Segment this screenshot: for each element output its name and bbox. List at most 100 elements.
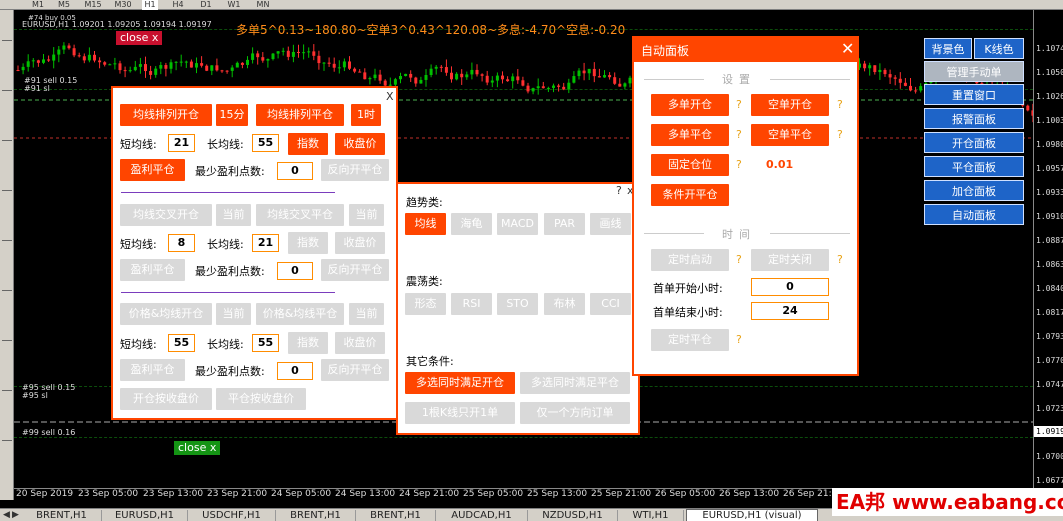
tab-eurusd-h1[interactable]: EURUSD,H1 — [102, 510, 188, 521]
help-icon[interactable]: ? — [736, 128, 742, 141]
tab-wti-h1[interactable]: WTI,H1 — [618, 510, 684, 521]
price-type-button[interactable]: 收盘价 — [335, 332, 385, 354]
current-button[interactable]: 当前 — [216, 303, 251, 325]
one-direction-button[interactable]: 仅一个方向订单 — [520, 402, 630, 424]
help-icon[interactable]: ? — [837, 98, 843, 111]
manage-manual-orders-button[interactable]: 管理手动单 — [924, 61, 1024, 82]
trend-macd-button[interactable]: MACD — [497, 213, 538, 235]
ma-arrange-open-button[interactable]: 均线排列开仓 — [120, 104, 212, 126]
short-ma-input[interactable]: 55 — [168, 334, 195, 352]
current-button[interactable]: 当前 — [349, 303, 384, 325]
first-end-hour-input[interactable]: 24 — [751, 302, 829, 320]
price-type-button[interactable]: 收盘价 — [335, 232, 385, 254]
price-ma-open-button[interactable]: 价格&均线开仓 — [120, 303, 212, 325]
period-1h-button[interactable]: 1时 — [351, 104, 381, 126]
osc-bollinger-button[interactable]: 布林 — [544, 293, 585, 315]
short-close-button[interactable]: 空单平仓 — [751, 124, 829, 146]
timed-start-button[interactable]: 定时启动 — [651, 249, 729, 271]
min-profit-input[interactable]: 0 — [277, 362, 313, 380]
tf-m15[interactable]: M15 — [82, 0, 104, 10]
tab-brent-h1[interactable]: BRENT,H1 — [276, 510, 356, 521]
trend-ma-button[interactable]: 均线 — [405, 213, 446, 235]
long-ma-input[interactable]: 55 — [252, 334, 279, 352]
trend-par-button[interactable]: PAR — [544, 213, 585, 235]
help-icon[interactable]: ? — [837, 253, 843, 266]
long-close-button[interactable]: 多单平仓 — [651, 124, 729, 146]
multi-close-button[interactable]: 多选同时满足平仓 — [520, 372, 630, 394]
reverse-button[interactable]: 反向开平仓 — [321, 259, 389, 281]
add-panel-button[interactable]: 加仓面板 — [924, 180, 1024, 201]
trend-line-button[interactable]: 画线 — [590, 213, 631, 235]
tf-w1[interactable]: W1 — [226, 0, 242, 10]
osc-cci-button[interactable]: CCI — [590, 293, 631, 315]
ma-arrange-close-button[interactable]: 均线排列平仓 — [256, 104, 344, 126]
current-button[interactable]: 当前 — [216, 204, 251, 226]
auto-panel-button[interactable]: 自动面板 — [924, 204, 1024, 225]
timed-stop-button[interactable]: 定时关闭 — [751, 249, 829, 271]
ma-type-button[interactable]: 指数 — [288, 332, 328, 354]
panel-close-icon[interactable]: X — [386, 90, 394, 103]
long-ma-input[interactable]: 21 — [252, 234, 279, 252]
fixed-lot-button[interactable]: 固定仓位 — [651, 154, 729, 176]
ma-cross-close-button[interactable]: 均线交叉平仓 — [256, 204, 344, 226]
tf-h4[interactable]: H4 — [170, 0, 186, 10]
short-open-button[interactable]: 空单开仓 — [751, 94, 829, 116]
tf-m1[interactable]: M1 — [30, 0, 46, 10]
close-tag-red[interactable]: close x — [116, 31, 163, 45]
close-panel-button[interactable]: 平仓面板 — [924, 156, 1024, 177]
tab-brent-h1[interactable]: BRENT,H1 — [22, 510, 102, 521]
current-button[interactable]: 当前 — [349, 204, 384, 226]
long-open-button[interactable]: 多单开仓 — [651, 94, 729, 116]
profit-close-button[interactable]: 盈利平仓 — [120, 359, 185, 381]
ma-type-button[interactable]: 指数 — [288, 133, 328, 155]
tf-mn[interactable]: MN — [254, 0, 272, 10]
close-tag-green[interactable]: close x — [174, 441, 221, 455]
condition-open-close-button[interactable]: 条件开平仓 — [651, 184, 729, 206]
reset-window-button[interactable]: 重置窗口 — [924, 84, 1024, 105]
bg-color-button[interactable]: 背景色 — [924, 38, 972, 59]
tab-scroll-right-icon[interactable]: ▶ — [12, 510, 19, 520]
osc-rsi-button[interactable]: RSI — [451, 293, 492, 315]
min-profit-input[interactable]: 0 — [277, 262, 313, 280]
auto-panel-header[interactable]: 自动面板 ✕ — [634, 38, 857, 62]
open-by-close-price-button[interactable]: 开仓按收盘价 — [120, 388, 212, 410]
timed-close-button[interactable]: 定时平仓 — [651, 329, 729, 351]
help-icon[interactable]: ? — [736, 98, 742, 111]
close-icon[interactable]: ✕ — [841, 39, 854, 58]
tf-d1[interactable]: D1 — [198, 0, 214, 10]
price-ma-close-button[interactable]: 价格&均线平仓 — [256, 303, 344, 325]
tab-usdchf-h1[interactable]: USDCHF,H1 — [188, 510, 276, 521]
profit-close-button[interactable]: 盈利平仓 — [120, 159, 185, 181]
reverse-button[interactable]: 反向开平仓 — [321, 159, 389, 181]
reverse-button[interactable]: 反向开平仓 — [321, 359, 389, 381]
tab-scroll-left-icon[interactable]: ◀ — [3, 510, 10, 520]
short-ma-input[interactable]: 8 — [168, 234, 195, 252]
help-icon[interactable]: ? — [616, 184, 622, 197]
ma-type-button[interactable]: 指数 — [288, 232, 328, 254]
profit-close-button[interactable]: 盈利平仓 — [120, 259, 185, 281]
alert-panel-button[interactable]: 报警面板 — [924, 108, 1024, 129]
min-profit-input[interactable]: 0 — [277, 162, 313, 180]
help-icon[interactable]: ? — [736, 253, 742, 266]
period-15m-button[interactable]: 15分 — [216, 104, 248, 126]
first-start-hour-input[interactable]: 0 — [751, 278, 829, 296]
tab-nzdusd-h1[interactable]: NZDUSD,H1 — [528, 510, 618, 521]
one-per-bar-button[interactable]: 1根K线只开1单 — [405, 402, 515, 424]
short-ma-input[interactable]: 21 — [168, 134, 195, 152]
tf-m30[interactable]: M30 — [112, 0, 134, 10]
osc-sto-button[interactable]: STO — [497, 293, 538, 315]
help-icon[interactable]: ? — [736, 333, 742, 346]
tab-brent-h1[interactable]: BRENT,H1 — [356, 510, 436, 521]
tab-audcad-h1[interactable]: AUDCAD,H1 — [436, 510, 528, 521]
candle-color-button[interactable]: K线色 — [974, 38, 1024, 59]
open-panel-button[interactable]: 开仓面板 — [924, 132, 1024, 153]
price-type-button[interactable]: 收盘价 — [335, 133, 385, 155]
multi-open-button[interactable]: 多选同时满足开仓 — [405, 372, 515, 394]
tf-h1[interactable]: H1 — [142, 0, 158, 10]
help-icon[interactable]: ? — [837, 128, 843, 141]
close-by-close-price-button[interactable]: 平仓按收盘价 — [216, 388, 306, 410]
long-ma-input[interactable]: 55 — [252, 134, 279, 152]
trend-turtle-button[interactable]: 海龟 — [451, 213, 492, 235]
osc-pattern-button[interactable]: 形态 — [405, 293, 446, 315]
help-icon[interactable]: ? — [736, 158, 742, 171]
